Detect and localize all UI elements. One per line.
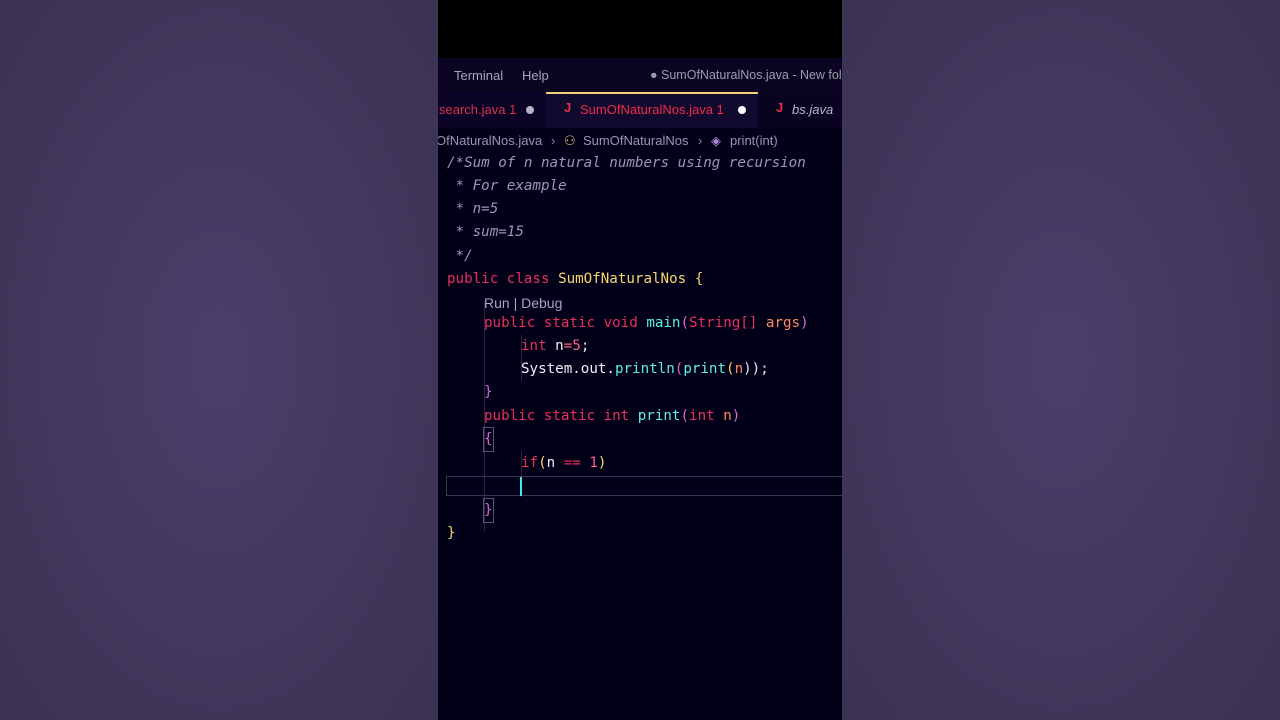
breadcrumb: OfNaturalNos.java › ⚇ SumOfNaturalNos › … [438, 128, 842, 152]
code-line-close-main: } [484, 384, 493, 400]
paren: ) [597, 455, 607, 471]
semicolon: ; [580, 338, 590, 354]
breadcrumb-file[interactable]: OfNaturalNos.java [438, 133, 542, 148]
variable: n [734, 361, 744, 377]
code-line-println: System.out.println(print(n)); [521, 358, 769, 381]
paren: ( [538, 455, 547, 471]
method-name: println [614, 361, 675, 377]
window-title: ● SumOfNaturalNos.java - New fol [650, 68, 842, 82]
code-line-class-close: } [447, 525, 456, 541]
menu-bar: Terminal Help ● SumOfNaturalNos.java - N… [438, 58, 842, 92]
keyword: int [521, 338, 547, 354]
class-name: SumOfNaturalNos [558, 271, 687, 287]
method-name: print [637, 408, 681, 424]
editor-window: Terminal Help ● SumOfNaturalNos.java - N… [438, 0, 842, 720]
code-line-method-open: { [483, 427, 494, 452]
tab-label: search.java 1 [439, 102, 517, 117]
paren: ) [800, 315, 809, 331]
modified-dot-icon [526, 106, 534, 114]
keyword: public [447, 271, 499, 287]
tab-bs-java[interactable]: J bs.java [758, 92, 842, 128]
method-name: print [683, 361, 727, 377]
tab-sumofnaturalnos-java[interactable]: J SumOfNaturalNos.java 1 [546, 92, 758, 128]
code-editor[interactable]: /*Sum of n natural numbers using recursi… [438, 152, 842, 720]
tab-label: bs.java [792, 102, 834, 117]
paren: ( [680, 315, 690, 331]
code-line-1: /*Sum of n natural numbers using recursi… [447, 155, 806, 171]
code-line-method-close: } [483, 498, 494, 523]
current-line-highlight [446, 476, 842, 496]
tab-bar: search.java 1 J SumOfNaturalNos.java 1 J… [438, 92, 842, 128]
identifier: System.out. [521, 361, 615, 377]
operator: = [563, 338, 573, 354]
background-right [842, 0, 1280, 720]
keyword: class [506, 271, 550, 287]
brace: { [694, 271, 704, 287]
keyword: public [484, 315, 536, 331]
chevron-right-icon: › [698, 133, 703, 148]
variable: n [555, 338, 564, 354]
code-line-if: if(n == 1) [521, 452, 606, 475]
number: 5 [572, 338, 581, 354]
modified-dot-icon[interactable] [738, 106, 746, 114]
keyword: void [603, 315, 638, 331]
code-line-3: * n=5 [447, 201, 499, 217]
breadcrumb-method[interactable]: print(int) [730, 133, 778, 148]
paren: ( [726, 361, 735, 377]
operator: == [563, 455, 581, 471]
keyword: int [689, 408, 715, 424]
background-left [0, 0, 438, 720]
code-line-print-method: public static int print(int n) [484, 405, 740, 428]
code-line-2: * For example [447, 178, 567, 194]
parameter: n [723, 408, 732, 424]
paren: ( [680, 408, 690, 424]
keyword: int [603, 408, 630, 424]
keyword: if [521, 455, 539, 471]
type-name: String[] [689, 315, 758, 331]
code-line-class: public class SumOfNaturalNos { [447, 268, 703, 291]
java-file-icon: J [564, 100, 572, 115]
tab-search-java[interactable]: search.java 1 [438, 92, 546, 128]
code-line-int-n: int n=5; [521, 335, 589, 358]
code-line-5: */ [447, 248, 473, 264]
java-file-icon: J [776, 100, 784, 115]
method-name: main [646, 315, 681, 331]
chevron-right-icon: › [551, 133, 556, 148]
text-cursor [520, 477, 522, 496]
menu-help[interactable]: Help [522, 68, 549, 83]
variable: n [546, 455, 556, 471]
keyword: static [543, 315, 596, 331]
keyword: static [543, 408, 596, 424]
keyword: public [484, 408, 536, 424]
parameter: args [765, 315, 801, 331]
number: 1 [589, 455, 598, 471]
tab-label: SumOfNaturalNos.java 1 [580, 102, 724, 117]
code-line-main: public static void main(String[] args) [484, 312, 809, 335]
codelens-run-debug[interactable]: Run | Debug [484, 295, 562, 311]
menu-terminal[interactable]: Terminal [454, 68, 503, 83]
top-black-bar [438, 0, 842, 58]
paren: )); [743, 361, 769, 377]
code-line-4: * sum=15 [447, 224, 524, 240]
method-icon: ◈ [711, 133, 721, 148]
paren: ) [731, 408, 741, 424]
breadcrumb-class[interactable]: SumOfNaturalNos [583, 133, 688, 148]
class-icon: ⚇ [564, 133, 576, 148]
